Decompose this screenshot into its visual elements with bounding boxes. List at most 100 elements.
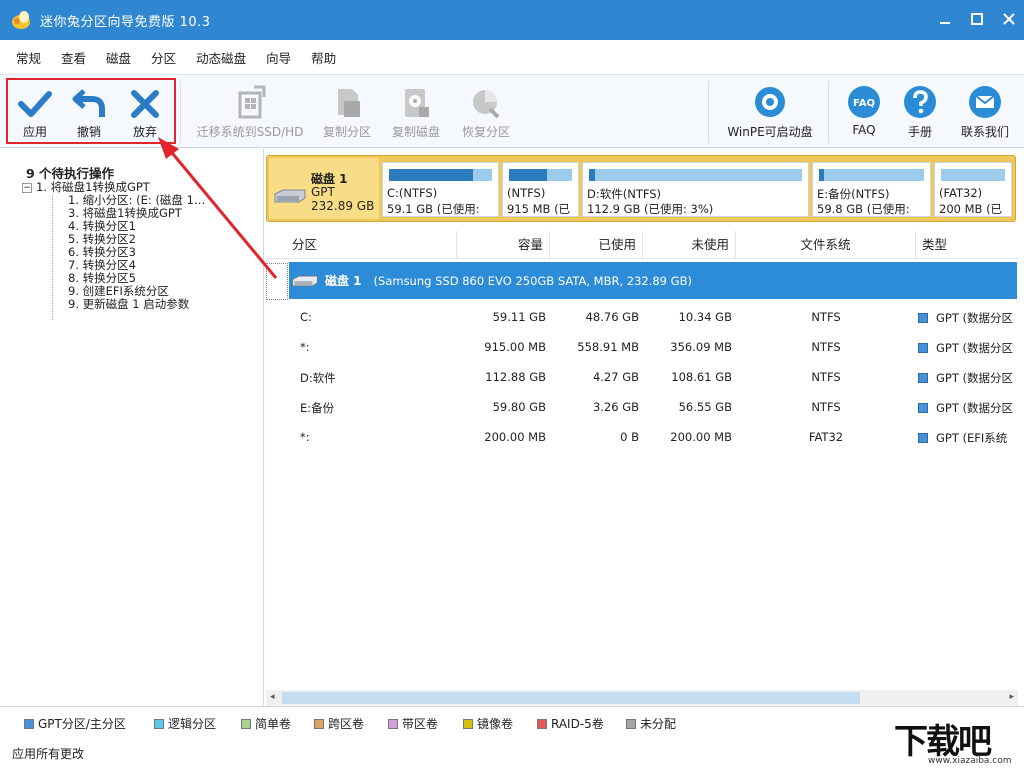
hard-disk-icon — [291, 274, 319, 288]
partition-info: 59.8 GB (已使用: — [817, 201, 910, 217]
cell-type: GPT (数据分区 — [918, 310, 1013, 326]
disk-map-partition[interactable]: (FAT32) 200 MB (已 — [934, 162, 1012, 217]
collapse-icon[interactable]: − — [22, 183, 32, 193]
minimize-icon — [939, 13, 951, 25]
cell-used: 0 B — [550, 430, 639, 444]
copy-disk-icon — [401, 85, 431, 119]
menu-dynamic-disk[interactable]: 动态磁盘 — [186, 48, 256, 67]
cell-capacity: 200.00 MB — [457, 430, 546, 444]
cell-unused: 356.09 MB — [643, 340, 732, 354]
scroll-left-icon[interactable]: ◂ — [270, 692, 275, 702]
horizontal-scrollbar[interactable]: ◂ ▸ — [266, 690, 1018, 706]
cell-file-system: NTFS — [736, 340, 916, 354]
toolbar-separator — [180, 81, 181, 143]
disk-map-size: 232.89 GB — [311, 199, 374, 213]
disk-map-partition[interactable]: D:软件(NTFS) 112.9 GB (已使用: 3%) — [582, 162, 809, 217]
cell-type: GPT (数据分区 — [918, 400, 1013, 416]
toolbar-separator — [708, 81, 709, 143]
recover-partition-button[interactable]: 恢复分区 — [456, 75, 516, 147]
disk-map-info[interactable]: 磁盘 1 GPT 232.89 GB — [269, 158, 379, 219]
faq-icon: FAQ — [847, 85, 881, 119]
close-button[interactable] — [1000, 10, 1018, 28]
partition-type-swatch — [918, 343, 928, 353]
column-used[interactable]: 已使用 — [550, 231, 643, 259]
cell-file-system: NTFS — [736, 400, 916, 414]
hard-disk-icon — [273, 188, 307, 204]
cell-unused: 56.55 GB — [643, 400, 732, 414]
column-file-system[interactable]: 文件系统 — [736, 231, 916, 259]
copy-disk-label: 复制磁盘 — [392, 123, 440, 140]
table-row[interactable]: C: 59.11 GB 48.76 GB 10.34 GB NTFS GPT (… — [266, 302, 1018, 332]
help-question-icon — [903, 85, 937, 119]
legend-swatch — [314, 719, 324, 729]
close-icon — [1003, 13, 1015, 25]
cell-capacity: 59.11 GB — [457, 310, 546, 324]
minimize-button[interactable] — [936, 10, 954, 28]
faq-label: FAQ — [852, 123, 875, 137]
legend-item: 镜像卷 — [463, 715, 513, 732]
disk-map-partition[interactable]: C:(NTFS) 59.1 GB (已使用: — [382, 162, 499, 217]
disk-row-label: 磁盘 1 — [325, 272, 362, 289]
partition-name: (FAT32) — [939, 186, 982, 200]
table-row[interactable]: E:备份 59.80 GB 3.26 GB 56.55 GB NTFS GPT … — [266, 392, 1018, 422]
manual-button[interactable]: 手册 — [898, 75, 942, 147]
disk-row-selected[interactable]: 磁盘 1 (Samsung SSD 860 EVO 250GB SATA, MB… — [289, 262, 1017, 299]
scrollbar-thumb[interactable] — [282, 692, 860, 704]
legend-swatch — [24, 719, 34, 729]
legend-item: 带区卷 — [388, 715, 438, 732]
cell-capacity: 112.88 GB — [457, 370, 546, 384]
scroll-right-icon[interactable]: ▸ — [1009, 692, 1014, 702]
pending-op-item[interactable]: 9. 更新磁盘 1 启动参数 — [22, 298, 205, 311]
menu-wizard[interactable]: 向导 — [256, 48, 301, 67]
legend-swatch — [463, 719, 473, 729]
migrate-os-icon — [234, 85, 266, 119]
partition-name: C:(NTFS) — [387, 186, 437, 200]
cell-file-system: FAT32 — [736, 430, 916, 444]
cell-used: 558.91 MB — [550, 340, 639, 354]
partition-name: (NTFS) — [507, 186, 545, 200]
column-capacity[interactable]: 容量 — [457, 231, 550, 259]
legend-swatch — [154, 719, 164, 729]
menu-help[interactable]: 帮助 — [301, 48, 346, 67]
partition-type-swatch — [918, 403, 928, 413]
disk-map-partition[interactable]: E:备份(NTFS) 59.8 GB (已使用: — [812, 162, 931, 217]
column-partition[interactable]: 分区 — [286, 231, 457, 259]
disk-map-partition[interactable]: (NTFS) 915 MB (已 — [502, 162, 579, 217]
copy-disk-button[interactable]: 复制磁盘 — [386, 75, 446, 147]
app-logo-icon — [10, 9, 32, 31]
table-row[interactable]: *: 200.00 MB 0 B 200.00 MB FAT32 GPT (EF… — [266, 422, 1018, 452]
cell-file-system: NTFS — [736, 370, 916, 384]
cell-partition: C: — [300, 310, 312, 324]
menu-partition[interactable]: 分区 — [141, 48, 186, 67]
faq-button[interactable]: FAQ FAQ — [842, 75, 886, 147]
cell-unused: 200.00 MB — [643, 430, 732, 444]
contact-us-button[interactable]: 联系我们 — [954, 75, 1016, 147]
table-row[interactable]: D:软件 112.88 GB 4.27 GB 108.61 GB NTFS GP… — [266, 362, 1018, 392]
partition-type-swatch — [918, 373, 928, 383]
partition-table-header: 分区 容量 已使用 未使用 文件系统 类型 — [266, 231, 1018, 259]
copy-partition-button[interactable]: 复制分区 — [318, 75, 376, 147]
copy-partition-label: 复制分区 — [323, 123, 371, 140]
menu-view[interactable]: 查看 — [51, 48, 96, 67]
maximize-button[interactable] — [968, 10, 986, 28]
cell-partition: *: — [300, 430, 310, 444]
legend-item: 未分配 — [626, 715, 676, 732]
toolbar-separator — [828, 81, 829, 143]
migrate-os-label: 迁移系统到SSD/HD — [197, 123, 304, 140]
migrate-os-button[interactable]: 迁移系统到SSD/HD — [194, 75, 306, 147]
column-type[interactable]: 类型 — [916, 231, 1018, 259]
disk-map-type: GPT — [311, 185, 335, 199]
copy-partition-icon — [332, 85, 362, 119]
table-row[interactable]: *: 915.00 MB 558.91 MB 356.09 MB NTFS GP… — [266, 332, 1018, 362]
legend-item: 简单卷 — [241, 715, 291, 732]
cell-type: GPT (EFI系统 — [918, 430, 1007, 446]
menu-disk[interactable]: 磁盘 — [96, 48, 141, 67]
legend-swatch — [241, 719, 251, 729]
disk-map[interactable]: 磁盘 1 GPT 232.89 GB C:(NTFS) 59.1 GB (已使用… — [266, 155, 1016, 222]
column-unused[interactable]: 未使用 — [643, 231, 736, 259]
menu-general[interactable]: 常规 — [6, 48, 51, 67]
menu-bar: 常规 查看 磁盘 分区 动态磁盘 向导 帮助 — [0, 40, 1024, 74]
partition-info: 112.9 GB (已使用: 3%) — [587, 201, 713, 217]
winpe-bootable-button[interactable]: WinPE可启动盘 — [724, 75, 816, 147]
cell-partition: D:软件 — [300, 370, 336, 386]
